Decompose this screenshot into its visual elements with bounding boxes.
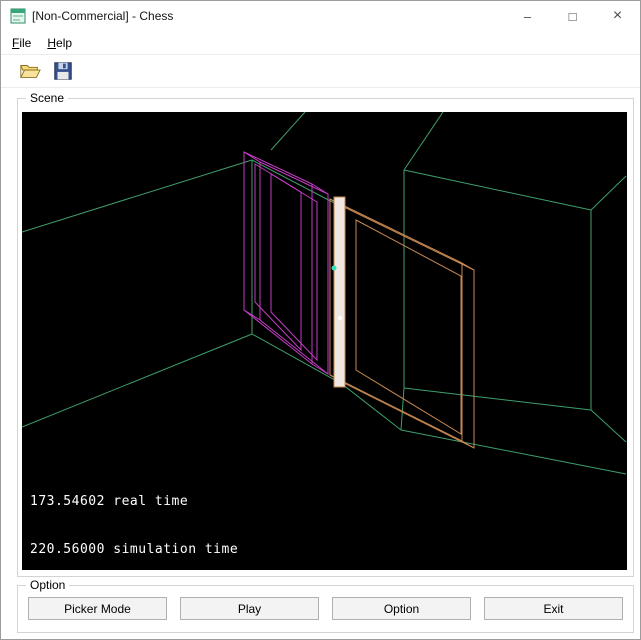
option-buttons-row: Picker Mode Play Option Exit [28, 597, 623, 620]
title-bar: [Non-Commercial] - Chess – □ × [1, 1, 640, 31]
stat-real-time: 173.54602 real time [30, 494, 189, 509]
save-icon [53, 62, 72, 80]
option-label: Option [26, 578, 70, 592]
scene-label: Scene [26, 91, 69, 105]
app-window: [Non-Commercial] - Chess – □ × File Help [0, 0, 641, 640]
minimize-button[interactable]: – [505, 1, 550, 31]
window-controls: – □ × [505, 1, 640, 31]
cyan-marker [331, 265, 337, 271]
green-wireframe [22, 112, 627, 475]
scene-groupbox: Scene 173.54602 real time 220.56000 simu… [17, 91, 634, 639]
option-button[interactable]: Option [332, 597, 471, 620]
exit-button[interactable]: Exit [484, 597, 623, 620]
picker-mode-button[interactable]: Picker Mode [28, 597, 167, 620]
menu-file[interactable]: File [4, 33, 39, 53]
door-panel [333, 196, 346, 388]
menu-help-accel: H [47, 35, 57, 50]
white-marker [338, 316, 342, 320]
orange-frame [329, 198, 475, 449]
open-file-button[interactable] [17, 59, 42, 84]
window-title: [Non-Commercial] - Chess [32, 9, 174, 23]
save-button[interactable] [50, 59, 75, 84]
close-button[interactable]: × [595, 1, 640, 31]
scene-viewport[interactable]: 173.54602 real time 220.56000 simulation… [22, 112, 627, 639]
stat-simulation-time: 220.56000 simulation time [30, 542, 239, 557]
menu-file-rest: ile [19, 35, 32, 50]
open-file-icon [19, 65, 41, 78]
menu-bar: File Help [1, 31, 640, 55]
play-button[interactable]: Play [180, 597, 319, 620]
option-groupbox: Option Picker Mode Play Option Exit [17, 578, 634, 633]
magenta-frame [243, 151, 329, 376]
menu-help-rest: elp [56, 35, 73, 50]
menu-help[interactable]: Help [39, 33, 80, 53]
toolbar [1, 55, 640, 88]
app-icon [10, 8, 26, 24]
maximize-button[interactable]: □ [550, 1, 595, 31]
